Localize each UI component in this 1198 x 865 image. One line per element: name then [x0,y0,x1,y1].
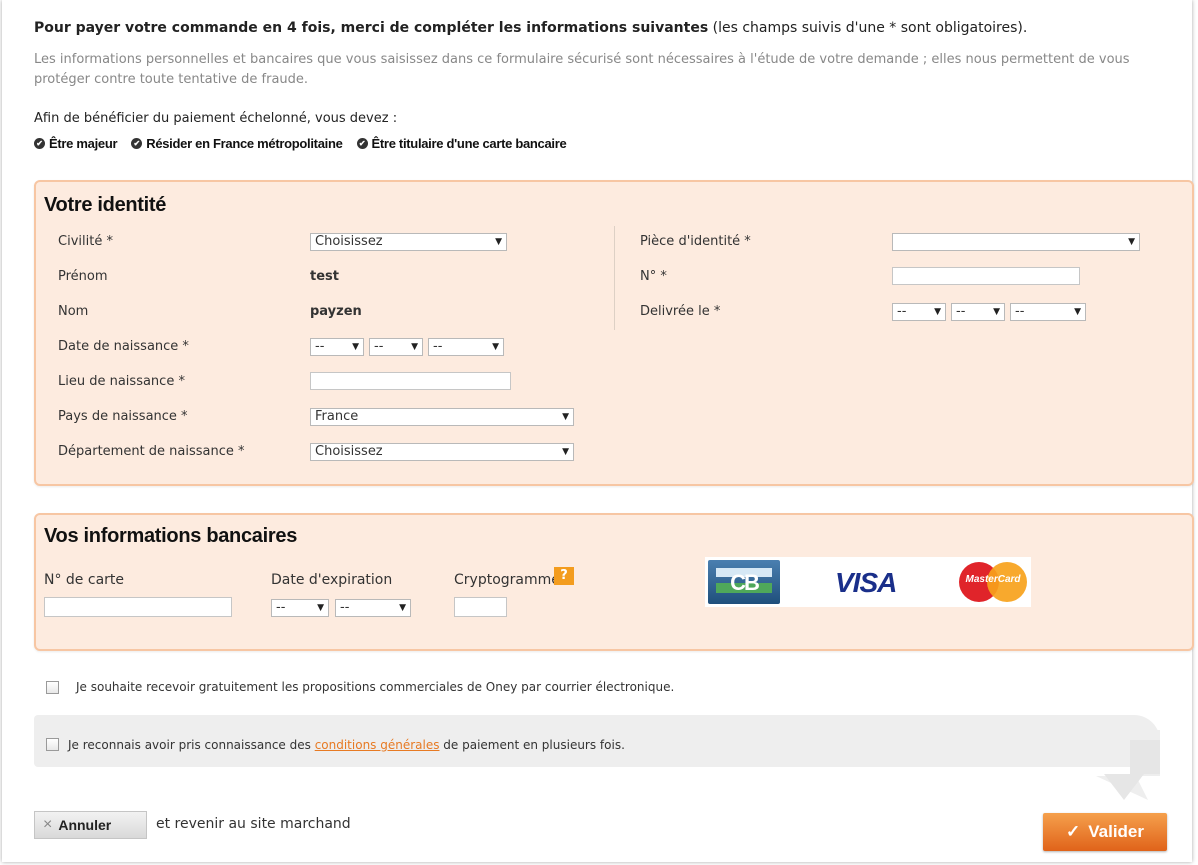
cvv-label: Cryptogramme [454,572,560,588]
chevron-down-icon: ▼ [562,412,569,422]
birthdate-label: Date de naissance * [58,339,189,354]
condition-item: ✔ Être majeur [34,136,118,151]
cancel-suffix-text: et revenir au site marchand [156,816,351,832]
visa-logo-icon: VISA [835,567,897,598]
card-logos: CB VISA MasterCard [705,557,1031,607]
terms-link[interactable]: conditions générales [315,738,440,752]
issued-date-label: Delivrée le * [640,304,721,319]
id-number-input[interactable] [892,267,1080,285]
issued-year-select[interactable]: -- ▼ [1010,303,1086,321]
cb-logo-icon: CB [708,560,780,604]
conditions-list: ✔ Être majeur ✔ Résider en France métropol… [34,136,567,151]
card-number-input[interactable] [44,597,232,617]
arrow-down-icon [1096,730,1160,800]
chevron-down-icon: ▼ [411,342,418,352]
check-circle-icon: ✔ [131,138,143,149]
conditions-title: Afin de bénéficier du paiement échelonné… [34,111,398,126]
check-circle-icon: ✔ [356,138,368,149]
prenom-label: Prénom [58,269,108,284]
id-document-label: Pièce d'identité * [640,234,751,249]
check-icon: ✓ [1065,822,1081,841]
newsletter-checkbox[interactable] [46,681,59,694]
prenom-value: test [310,269,339,284]
nom-label: Nom [58,304,89,319]
bank-title: Vos informations bancaires [44,525,298,547]
chevron-down-icon: ▼ [993,307,1000,317]
check-circle-icon: ✔ [34,138,45,149]
nom-value: payzen [310,304,362,319]
card-number-label: N° de carte [44,572,125,588]
help-icon[interactable]: ? [554,567,574,585]
expiry-label: Date d'expiration [271,572,393,588]
chevron-down-icon: ▼ [317,603,324,613]
mastercard-logo-icon: MasterCard [957,560,1029,604]
terms-label: Je reconnais avoir pris connaissance des… [68,738,625,752]
terms-checkbox[interactable] [46,738,59,751]
issued-day-select[interactable]: -- ▼ [892,303,946,321]
chevron-down-icon: ▼ [352,342,359,352]
birth-country-label: Pays de naissance * [58,409,188,424]
chevron-down-icon: ▼ [1074,307,1081,317]
newsletter-label: Je souhaite recevoir gratuitement les pr… [76,680,675,694]
birthplace-label: Lieu de naissance * [58,374,185,389]
birth-department-label: Département de naissance * [58,444,245,459]
column-divider [614,226,615,330]
payment-form-frame: Pour payer votre commande en 4 fois, mer… [2,0,1194,862]
condition-item: ✔ Résider en France métropolitaine [131,136,343,151]
chevron-down-icon: ▼ [399,603,406,613]
birth-month-select[interactable]: -- ▼ [369,338,423,356]
issued-month-select[interactable]: -- ▼ [951,303,1005,321]
expiry-year-select[interactable]: -- ▼ [335,599,411,617]
intro-title: Pour payer votre commande en 4 fois, mer… [34,20,1028,36]
chevron-down-icon: ▼ [495,237,502,247]
civilite-label: Civilité * [58,234,113,249]
cancel-button[interactable]: × Annuler [34,811,147,839]
validate-button[interactable]: ✓ Valider [1043,813,1167,851]
id-number-label: N° * [640,269,667,284]
identity-section: Votre identité Civilité * Choisissez ▼ Pr… [34,180,1194,486]
chevron-down-icon: ▼ [1128,237,1135,247]
expiry-month-select[interactable]: -- ▼ [271,599,329,617]
close-icon: × [43,816,53,833]
birth-day-select[interactable]: -- ▼ [310,338,364,356]
chevron-down-icon: ▼ [492,342,499,352]
birth-country-select[interactable]: France ▼ [310,408,574,426]
chevron-down-icon: ▼ [934,307,941,317]
intro-description: Les informations personnelles et bancair… [34,52,1130,87]
birth-department-select[interactable]: Choisissez ▼ [310,443,574,461]
condition-item: ✔ Être titulaire d'une carte bancaire [356,136,567,151]
chevron-down-icon: ▼ [562,447,569,457]
id-document-select[interactable]: ▼ [892,233,1140,251]
civilite-select[interactable]: Choisissez ▼ [310,233,507,251]
birthplace-input[interactable] [310,372,511,390]
identity-title: Votre identité [44,194,167,216]
cvv-input[interactable] [454,597,507,617]
birth-year-select[interactable]: -- ▼ [428,338,504,356]
